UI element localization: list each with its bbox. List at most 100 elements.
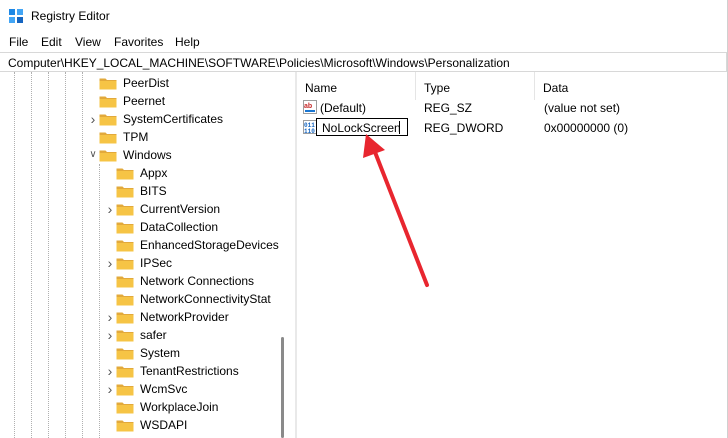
tree-item[interactable]: › IPSec xyxy=(0,254,280,272)
chevron-right-icon[interactable]: › xyxy=(105,364,115,378)
scroll-thumb[interactable] xyxy=(281,337,284,438)
tree-item[interactable]: › CurrentVersion xyxy=(0,200,280,218)
tree-item[interactable]: BITS xyxy=(0,182,280,200)
tree-item-label: WorkplaceJoin xyxy=(140,400,219,414)
folder-icon xyxy=(116,402,134,414)
folder-icon xyxy=(116,258,134,270)
tree-item[interactable]: › SystemCertificates xyxy=(0,110,280,128)
tree-item-label: TenantRestrictions xyxy=(140,364,239,378)
address-path: Computer\HKEY_LOCAL_MACHINE\SOFTWARE\Pol… xyxy=(8,56,510,70)
folder-icon xyxy=(99,114,117,126)
registry-editor-icon xyxy=(9,9,23,23)
string-value-icon: ab xyxy=(303,100,317,114)
folder-icon xyxy=(116,276,134,288)
text-caret xyxy=(399,121,400,134)
tree-item[interactable]: ∨ Windows xyxy=(0,146,280,164)
chevron-right-icon[interactable]: › xyxy=(105,202,115,216)
value-row-default[interactable]: ab (Default) REG_SZ (value not set) xyxy=(297,98,728,118)
tree-item[interactable]: Network Connections xyxy=(0,272,280,290)
column-type-label: Type xyxy=(424,81,451,95)
svg-text:110: 110 xyxy=(304,128,315,134)
value-data: 0x00000000 (0) xyxy=(544,121,629,135)
tree-item[interactable]: WSDAPI xyxy=(0,416,280,434)
tree-item[interactable]: TPM xyxy=(0,128,280,146)
window-title: Registry Editor xyxy=(31,9,110,23)
menu-bar: File Edit View Favorites Help xyxy=(0,32,728,52)
folder-icon xyxy=(116,312,134,324)
chevron-right-icon[interactable]: › xyxy=(105,256,115,270)
tree-item[interactable]: › TenantRestrictions xyxy=(0,362,280,380)
folder-icon xyxy=(99,132,117,144)
folder-icon xyxy=(116,168,134,180)
tree-item-label: BITS xyxy=(140,184,167,198)
tree-item-label: safer xyxy=(140,328,167,342)
folder-icon xyxy=(116,240,134,252)
menu-edit[interactable]: Edit xyxy=(41,35,62,49)
tree-item-label: Windows xyxy=(123,148,172,162)
address-bar[interactable]: Computer\HKEY_LOCAL_MACHINE\SOFTWARE\Pol… xyxy=(0,52,727,72)
folder-icon xyxy=(99,78,117,90)
tree-item-label: WSDAPI xyxy=(140,418,188,432)
value-data: (value not set) xyxy=(544,101,621,115)
tree-item-label: TPM xyxy=(123,130,149,144)
tree-item-label: CurrentVersion xyxy=(140,202,221,216)
tree-item[interactable]: NetworkConnectivityStat xyxy=(0,290,280,308)
tree-item[interactable]: Peernet xyxy=(0,92,280,110)
rename-text: NoLockScreen xyxy=(322,121,401,135)
folder-icon xyxy=(116,294,134,306)
chevron-right-icon[interactable]: › xyxy=(105,310,115,324)
tree-item[interactable]: WorkplaceJoin xyxy=(0,398,280,416)
value-name: (Default) xyxy=(320,101,367,115)
menu-file[interactable]: File xyxy=(9,35,28,49)
tree-item-label: SystemCertificates xyxy=(123,112,224,126)
folder-icon xyxy=(116,366,134,378)
tree-scrollbar[interactable] xyxy=(281,72,286,438)
tree-item-label: Peernet xyxy=(123,94,166,108)
key-tree[interactable]: PeerDist Peernet › SystemCertificates TPM ∨ Wi… xyxy=(0,72,288,438)
tree-item[interactable]: Appx xyxy=(0,164,280,182)
tree-item[interactable]: › safer xyxy=(0,326,280,344)
folder-icon xyxy=(116,186,134,198)
tree-item-label: WcmSvc xyxy=(140,382,188,396)
menu-help[interactable]: Help xyxy=(175,35,200,49)
folder-icon xyxy=(116,204,134,216)
tree-item-label: IPSec xyxy=(140,256,173,270)
tree-item-label: System xyxy=(140,346,181,360)
chevron-right-icon[interactable]: › xyxy=(105,382,115,396)
folder-icon xyxy=(99,150,117,162)
tree-item[interactable]: System xyxy=(0,344,280,362)
chevron-right-icon[interactable]: › xyxy=(88,112,98,126)
tree-item-label: Network Connections xyxy=(140,274,255,288)
tree-item-label: PeerDist xyxy=(123,76,170,90)
folder-icon xyxy=(116,420,134,432)
tree-item[interactable]: PeerDist xyxy=(0,74,280,92)
menu-view[interactable]: View xyxy=(75,35,101,49)
tree-item-label: Appx xyxy=(140,166,168,180)
column-type-header[interactable]: Type xyxy=(416,72,534,100)
folder-icon xyxy=(116,348,134,360)
dword-value-icon: 011 110 xyxy=(303,120,317,134)
column-data-label: Data xyxy=(543,81,569,95)
folder-icon xyxy=(99,96,117,108)
chevron-down-icon[interactable]: ∨ xyxy=(88,148,98,162)
column-name-label: Name xyxy=(305,81,338,95)
tree-item-label: NetworkConnectivityStat xyxy=(140,292,271,306)
column-name-header[interactable]: Name xyxy=(297,72,415,100)
rename-input[interactable]: NoLockScreen xyxy=(316,118,408,136)
tree-item[interactable]: EnhancedStorageDevices xyxy=(0,236,280,254)
menu-favorites[interactable]: Favorites xyxy=(114,35,163,49)
tree-item[interactable]: › WcmSvc xyxy=(0,380,280,398)
column-data-header[interactable]: Data xyxy=(535,72,728,100)
tree-item-label: DataCollection xyxy=(140,220,219,234)
title-bar: Registry Editor xyxy=(0,0,728,32)
tree-item-label: NetworkProvider xyxy=(140,310,229,324)
svg-text:ab: ab xyxy=(304,103,312,110)
tree-item[interactable]: › NetworkProvider xyxy=(0,308,280,326)
folder-icon xyxy=(116,222,134,234)
tree-item-label: EnhancedStorageDevices xyxy=(140,238,279,252)
chevron-right-icon[interactable]: › xyxy=(105,328,115,342)
value-type: REG_DWORD xyxy=(424,121,504,135)
tree-item[interactable]: DataCollection xyxy=(0,218,280,236)
folder-icon xyxy=(116,330,134,342)
folder-icon xyxy=(116,384,134,396)
